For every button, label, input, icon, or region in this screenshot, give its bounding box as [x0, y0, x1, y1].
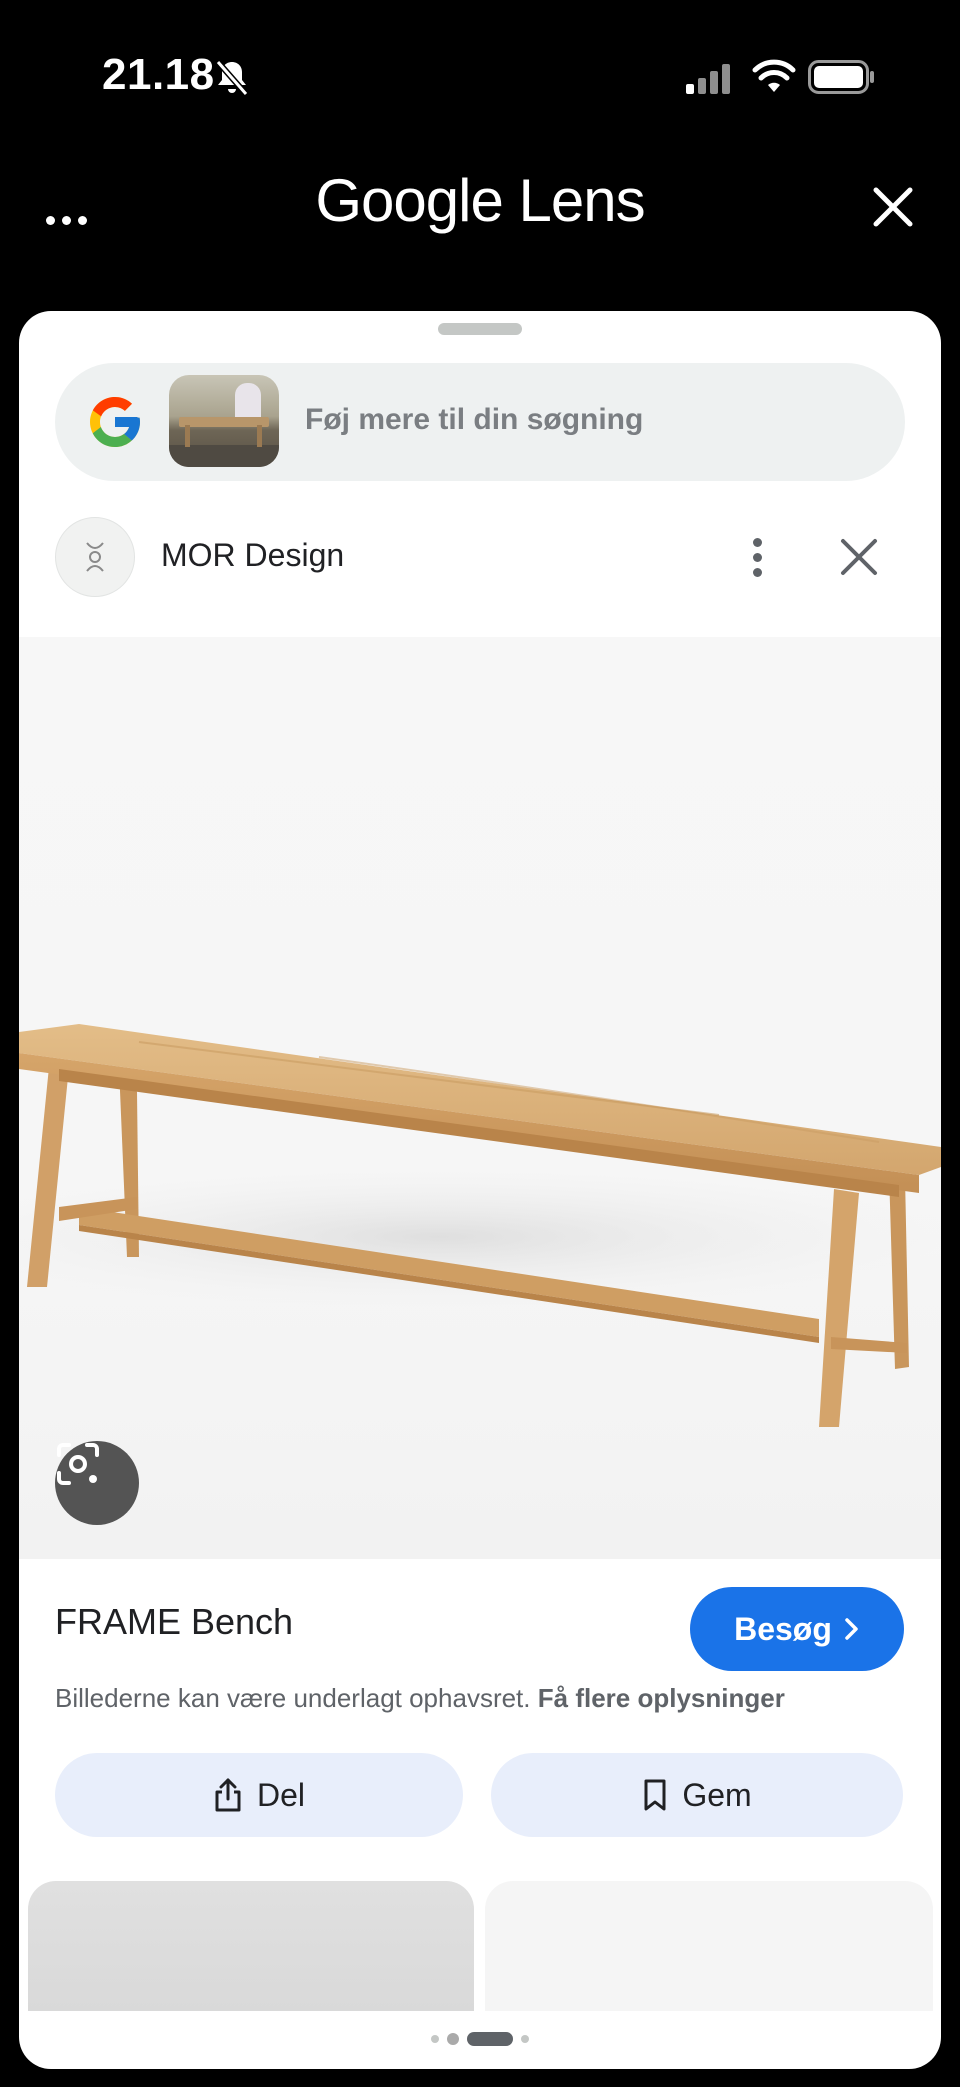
- visit-label: Besøg: [734, 1610, 832, 1647]
- results-sheet: Føj mere til din søgning MOR Design FRAM…: [19, 311, 941, 2069]
- more-vertical-icon[interactable]: [737, 533, 777, 581]
- product-image[interactable]: [19, 637, 941, 1559]
- source-name[interactable]: MOR Design: [161, 537, 344, 574]
- save-label: Gem: [682, 1776, 752, 1813]
- drag-handle[interactable]: [438, 323, 522, 335]
- lens-header: Google Lens: [0, 150, 960, 310]
- app-title: Google Lens: [315, 167, 645, 234]
- google-g-icon: [90, 397, 140, 447]
- signal-icon: [686, 64, 730, 94]
- save-button[interactable]: Gem: [491, 1753, 903, 1837]
- status-bar: 21.18: [0, 0, 960, 150]
- status-time: 21.18: [102, 50, 215, 99]
- search-image-thumbnail[interactable]: [169, 375, 279, 467]
- result-card[interactable]: [485, 1881, 933, 2011]
- copyright-text: Billederne kan være underlagt ophavsret.: [55, 1683, 531, 1713]
- search-placeholder: Føj mere til din søgning: [305, 403, 644, 436]
- source-logo[interactable]: [55, 517, 135, 597]
- bell-off-icon: [215, 60, 249, 96]
- share-button[interactable]: Del: [55, 1753, 463, 1837]
- page-indicator: [19, 2029, 941, 2049]
- bookmark-icon: [644, 1779, 666, 1811]
- battery-icon: [808, 60, 874, 94]
- more-info-link[interactable]: Få flere oplysninger: [538, 1683, 785, 1713]
- lens-camera-icon[interactable]: [55, 1441, 139, 1525]
- product-info: FRAME Bench Besøg: [19, 1559, 941, 1671]
- page-dot: [447, 2033, 459, 2045]
- related-results: [19, 1881, 941, 2011]
- wifi-icon: [752, 59, 796, 92]
- result-card[interactable]: [28, 1881, 474, 2011]
- source-header: MOR Design: [19, 517, 941, 637]
- chevron-right-icon: [845, 1618, 858, 1640]
- share-icon: [215, 1778, 241, 1812]
- share-label: Del: [256, 1776, 305, 1813]
- page-dot: [431, 2035, 439, 2043]
- search-bar[interactable]: Føj mere til din søgning: [55, 363, 905, 481]
- bench-illustration: [19, 1024, 941, 1427]
- product-title[interactable]: FRAME Bench: [55, 1601, 293, 1643]
- close-icon[interactable]: [866, 180, 920, 234]
- page-dot-active: [467, 2032, 513, 2046]
- mor-logo-icon: [86, 542, 104, 572]
- close-icon[interactable]: [837, 535, 881, 579]
- visit-button[interactable]: Besøg: [690, 1587, 904, 1671]
- page-dot: [521, 2035, 529, 2043]
- copyright-notice: Billederne kan være underlagt ophavsret.…: [55, 1683, 915, 1714]
